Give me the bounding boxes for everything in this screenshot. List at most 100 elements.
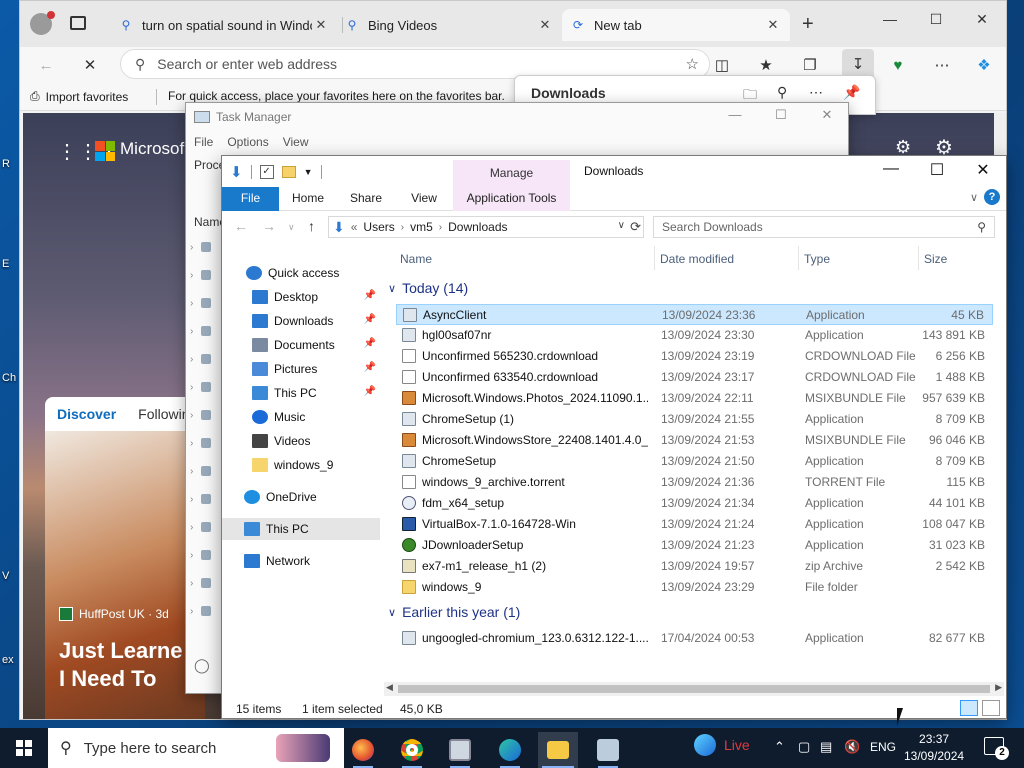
column-size[interactable]: Size <box>924 252 947 266</box>
expand-ribbon-icon[interactable]: ∨ <box>970 191 978 204</box>
tab-bing-videos[interactable]: ⚲ Bing Videos ✕ <box>336 9 562 41</box>
desktop-icon-label[interactable]: ex <box>2 654 14 666</box>
file-row[interactable]: ex7-m1_release_h1 (2) 13/09/2024 19:57 zip… <box>396 556 993 577</box>
stop-loading-icon[interactable]: ✕ <box>78 53 102 77</box>
column-name[interactable]: Name <box>400 252 432 266</box>
menu-view[interactable]: View <box>283 135 309 149</box>
copilot-icon[interactable]: ❖ <box>972 53 996 77</box>
fewer-details-icon[interactable]: ◯ <box>194 657 210 674</box>
file-row[interactable]: Unconfirmed 565230.crdownload 13/09/2024 … <box>396 346 993 367</box>
process-row[interactable]: › <box>190 485 224 513</box>
news-card[interactable]: HuffPost UK · 3d Just Learne I Need To <box>45 431 205 719</box>
search-highlight-icon[interactable] <box>276 734 330 762</box>
search-input[interactable]: Search Downloads ⚲ <box>653 216 995 238</box>
nav-item[interactable]: Quick access <box>222 262 380 284</box>
new-tab-icon[interactable]: + <box>802 13 814 36</box>
import-favorites-button[interactable]: ⎙ Import favorites <box>30 89 128 104</box>
desktop-icon-label[interactable]: V <box>2 570 9 582</box>
network-tray-icon[interactable]: ▤ <box>820 739 832 755</box>
volume-muted-icon[interactable]: 🔇 <box>844 739 860 755</box>
split-screen-icon[interactable]: ◫ <box>710 53 734 77</box>
process-row[interactable]: › <box>190 457 224 485</box>
nav-item[interactable]: windows_9 <box>222 454 380 476</box>
minimize-icon[interactable]: — <box>712 107 758 122</box>
file-explorer-taskbar-icon[interactable] <box>538 732 578 768</box>
nav-item[interactable]: Music <box>222 406 380 428</box>
search-downloads-icon[interactable]: ⚲ <box>777 84 787 101</box>
nav-item[interactable]: Network <box>222 550 380 572</box>
group-header[interactable]: ∨ Earlier this year (1) <box>388 604 520 620</box>
breadcrumb-item[interactable]: vm5 <box>410 220 433 234</box>
task-manager-taskbar-icon[interactable] <box>440 732 480 768</box>
start-button[interactable] <box>0 728 48 768</box>
refresh-icon[interactable]: ⟳ <box>630 219 641 235</box>
customize-qat-icon[interactable]: ▼ <box>304 167 313 177</box>
nav-item[interactable]: Videos <box>222 430 380 452</box>
group-header[interactable]: ∨ Today (14) <box>388 280 468 296</box>
recent-locations-icon[interactable]: ∨ <box>288 222 295 233</box>
clock[interactable]: 23:37 13/09/2024 <box>904 731 964 765</box>
tab-view[interactable]: View <box>395 187 453 211</box>
breadcrumb-separator-icon[interactable]: › <box>401 222 404 233</box>
up-arrow-icon[interactable]: ↑ <box>308 218 315 234</box>
profile-avatar[interactable] <box>30 11 55 35</box>
collapse-group-icon[interactable]: ∨ <box>388 606 396 619</box>
file-row[interactable]: hgl00saf07nr 13/09/2024 23:30 Application 1… <box>396 325 993 346</box>
collections-icon[interactable]: ❐ <box>798 53 822 77</box>
nav-item[interactable]: Documents 📌 <box>222 334 380 356</box>
help-icon[interactable]: ? <box>984 189 1000 205</box>
horizontal-scrollbar[interactable]: ◀ ▶ <box>384 682 1004 696</box>
address-bar[interactable]: ⬇ « Users › vm5 › Downloads ∨ ⟳ <box>328 216 644 238</box>
browser-essentials-icon[interactable]: ♥ <box>886 53 910 77</box>
process-row[interactable]: › <box>190 261 224 289</box>
process-row[interactable]: › <box>190 541 224 569</box>
back-arrow-icon[interactable]: ← <box>34 53 58 77</box>
language-indicator[interactable]: ENG <box>870 740 896 754</box>
details-view-icon[interactable] <box>960 700 978 716</box>
nav-item[interactable]: Desktop 📌 <box>222 286 380 308</box>
tab-manage[interactable]: Manage <box>453 160 570 187</box>
properties-icon[interactable]: ✓ <box>259 165 274 179</box>
close-tab-icon[interactable]: ✕ <box>536 17 554 33</box>
pin-icon[interactable]: 📌 <box>843 84 860 101</box>
file-row[interactable]: Microsoft.WindowsStore_22408.1401.4.0_..… <box>396 430 993 451</box>
file-row[interactable]: ChromeSetup 13/09/2024 21:50 Application 8 … <box>396 451 993 472</box>
desktop-icon-label[interactable]: Ch <box>2 372 16 384</box>
breadcrumb-separator-icon[interactable]: › <box>439 222 442 233</box>
column-date-modified[interactable]: Date modified <box>660 252 734 266</box>
tab-file[interactable]: File <box>222 187 279 211</box>
firefox-icon[interactable] <box>343 732 383 768</box>
tab-home[interactable]: Home <box>279 187 337 211</box>
tab-discover[interactable]: Discover <box>57 406 116 422</box>
file-row[interactable]: ChromeSetup (1) 13/09/2024 21:55 Applicati… <box>396 409 993 430</box>
menu-options[interactable]: Options <box>227 135 268 149</box>
edge-icon[interactable] <box>490 732 530 768</box>
tab-actions-icon[interactable] <box>70 16 86 30</box>
process-row[interactable]: › <box>190 597 224 625</box>
column-type[interactable]: Type <box>804 252 830 266</box>
process-row[interactable]: › <box>190 373 224 401</box>
scroll-right-icon[interactable]: ▶ <box>995 682 1002 693</box>
close-window-icon[interactable]: ✕ <box>804 107 850 123</box>
file-row[interactable]: ungoogled-chromium_123.0.6312.122-1.... 1… <box>396 628 993 649</box>
tab-spatial-sound[interactable]: ⚲ turn on spatial sound in Windo ✕ <box>110 9 338 41</box>
file-row[interactable]: VirtualBox-7.1.0-164728-Win 13/09/2024 21… <box>396 514 993 535</box>
more-options-icon[interactable]: ⋯ <box>930 53 954 77</box>
nav-item[interactable]: OneDrive <box>222 486 380 508</box>
desktop-icon-label[interactable]: E <box>2 258 9 270</box>
close-window-icon[interactable]: ✕ <box>962 11 1002 28</box>
nav-item[interactable]: Downloads 📌 <box>222 310 380 332</box>
breadcrumb-item[interactable]: Users <box>363 220 394 234</box>
minimize-icon[interactable]: — <box>870 11 910 27</box>
process-row[interactable]: › <box>190 569 224 597</box>
more-options-icon[interactable]: ⋯ <box>809 84 823 101</box>
file-row[interactable]: JDownloaderSetup 13/09/2024 21:23 Applicat… <box>396 535 993 556</box>
chrome-icon[interactable] <box>392 732 432 768</box>
nav-item[interactable]: Pictures 📌 <box>222 358 380 380</box>
overflow-chevron-icon[interactable]: « <box>351 220 358 234</box>
action-center-icon[interactable]: 2 <box>984 737 1009 760</box>
process-row[interactable]: › <box>190 289 224 317</box>
add-favorite-icon[interactable]: ☆ <box>686 55 699 73</box>
tab-application-tools[interactable]: Application Tools <box>453 187 570 211</box>
close-tab-icon[interactable]: ✕ <box>764 17 782 33</box>
